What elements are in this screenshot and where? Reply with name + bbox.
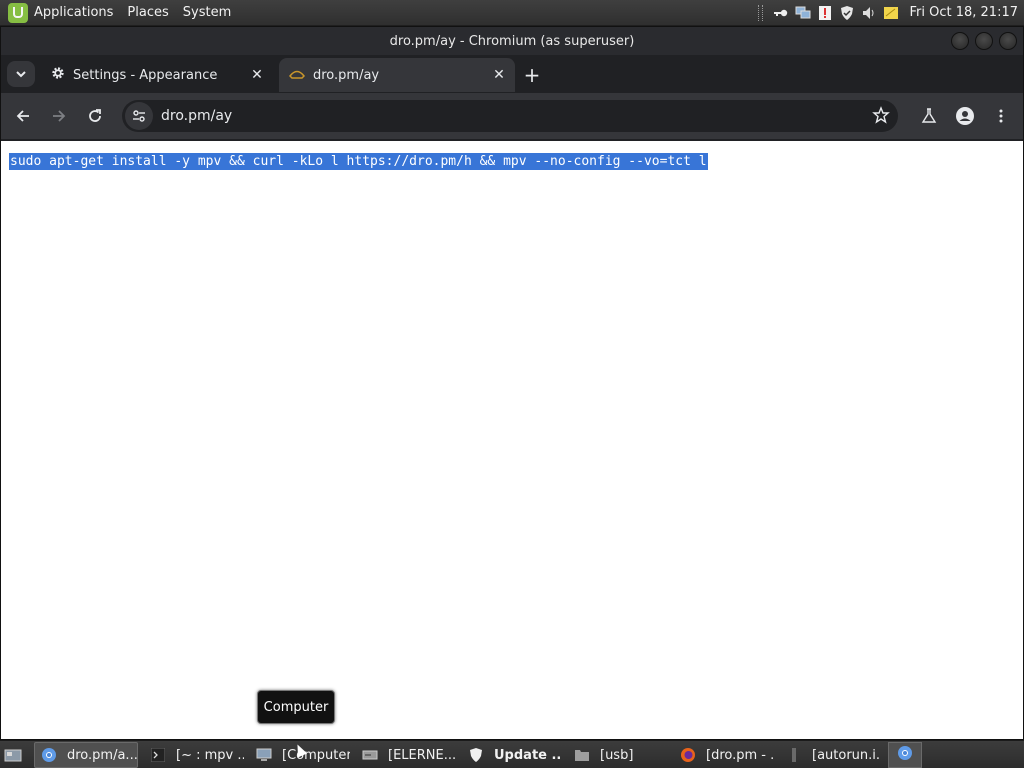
tab-label: Settings - Appearance [73,67,218,83]
drop-favicon [289,66,305,84]
window-titlebar[interactable]: dro.pm/ay - Chromium (as superuser) [1,27,1023,55]
tab-settings-appearance[interactable]: Settings - Appearance ✕ [41,58,273,92]
task-label: [~ : mpv ... [176,747,244,763]
menu-button[interactable] [987,102,1015,130]
applications-menu[interactable]: Applications [34,5,113,20]
firefox-icon [680,747,696,763]
bookmark-star-icon[interactable] [872,106,890,128]
task-label: [Computer] [282,747,350,763]
task-chromium[interactable]: dro.pm/a... [34,742,138,768]
desktop-screen: Applications Places System Fri Oct 18, 2… [0,0,1024,768]
tab-dro-pm[interactable]: dro.pm/ay ✕ [279,58,515,92]
system-menu[interactable]: System [183,5,231,20]
task-label: [autorun.i... [812,747,880,763]
address-bar[interactable]: dro.pm/ay [122,100,898,132]
gear-icon [51,66,65,84]
new-tab-button[interactable]: + [521,63,543,87]
toolbar-right-tools [907,102,1015,130]
task-label: [dro.pm - ... [706,747,774,763]
chromium-window: dro.pm/ay - Chromium (as superuser) Sett… [0,26,1024,740]
tray-separator [758,4,764,21]
tab-strip: Settings - Appearance ✕ dro.pm/ay ✕ + [1,55,1023,93]
network-icon[interactable] [795,5,811,21]
back-button[interactable] [9,102,37,130]
back-arrow-icon [16,110,29,122]
tab-label: dro.pm/ay [313,67,380,83]
site-info-button[interactable] [125,102,153,130]
update-icon[interactable] [817,5,833,21]
forward-button[interactable] [45,102,73,130]
show-desktop-button[interactable] [2,745,24,765]
tab-search-button[interactable] [7,61,35,87]
tune-icon [133,110,145,122]
task-update-manager[interactable]: Update ... [462,742,562,768]
volume-icon[interactable] [861,5,877,21]
pinned-chromium-button[interactable] [888,742,922,768]
maximize-button[interactable] [975,32,993,50]
task-autorun[interactable]: [autorun.i... [780,742,880,768]
bottom-taskbar: dro.pm/a... [~ : mpv ... [Computer] [ELE… [0,740,1024,768]
task-elerne[interactable]: [ELERNE... [356,742,456,768]
clock[interactable]: Fri Oct 18, 21:17 [909,5,1018,20]
task-label: Update ... [494,747,562,763]
browser-toolbar: dro.pm/ay [1,93,1023,139]
task-usb-folder[interactable]: [usb] [568,742,668,768]
selected-command-text[interactable]: sudo apt-get install -y mpv && curl -kLo… [9,153,708,170]
system-tray: Fri Oct 18, 21:17 [758,0,1024,25]
flask-icon [921,108,937,123]
task-label: dro.pm/a... [67,747,138,763]
labs-button[interactable] [915,102,943,130]
drive-icon [362,747,378,763]
minimize-button[interactable] [951,32,969,50]
shield-icon [468,747,484,763]
task-firefox[interactable]: [dro.pm - ... [674,742,774,768]
close-window-button[interactable] [999,32,1017,50]
desktop-icon [4,749,22,762]
taskbar-tooltip: Computer [257,690,335,724]
close-tab-icon[interactable]: ✕ [489,65,509,85]
profile-button[interactable] [951,102,979,130]
computer-icon [256,747,272,763]
top-panel: Applications Places System Fri Oct 18, 2… [0,0,1024,26]
profile-icon [956,107,974,125]
window-controls [945,32,1017,50]
shield-icon[interactable] [839,5,855,21]
forward-arrow-icon [53,110,66,122]
task-label: [ELERNE... [388,747,456,763]
mint-menu-icon[interactable] [8,2,28,23]
url-text[interactable]: dro.pm/ay [161,108,232,124]
chevron-down-icon [16,71,26,78]
reload-button[interactable] [81,102,109,130]
notes-icon[interactable] [883,5,899,21]
chromium-icon [897,745,913,765]
task-label: [usb] [600,747,634,763]
chromium-icon [41,747,57,763]
places-menu[interactable]: Places [127,5,168,20]
close-tab-icon[interactable]: ✕ [247,65,267,85]
terminal-icon [150,747,166,763]
kebab-menu-icon [999,109,1003,123]
key-icon[interactable] [773,5,789,21]
folder-icon [574,747,590,763]
task-terminal-mpv[interactable]: [~ : mpv ... [144,742,244,768]
page-content[interactable]: sudo apt-get install -y mpv && curl -kLo… [1,141,1023,739]
window-title: dro.pm/ay - Chromium (as superuser) [389,33,635,49]
reload-icon [89,109,101,122]
text-file-icon [786,747,802,763]
